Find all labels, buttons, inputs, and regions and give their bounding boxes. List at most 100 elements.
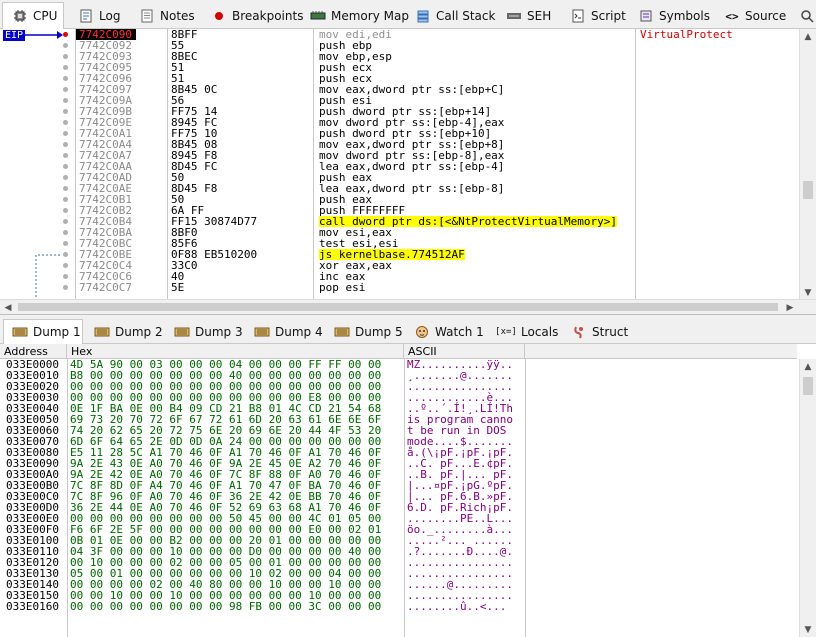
- tab-locals[interactable]: [x=] Locals: [495, 321, 559, 343]
- struct-icon: [571, 325, 587, 339]
- scroll-down-icon[interactable]: ▼: [800, 622, 816, 637]
- disasm-vertical-scrollbar[interactable]: ▲ ▼: [799, 29, 816, 300]
- scroll-thumb[interactable]: [18, 303, 778, 311]
- tab-search[interactable]: [800, 4, 816, 28]
- breakpoint-toggle[interactable]: [63, 131, 68, 136]
- branch-gutter: EIP: [0, 29, 75, 300]
- breakpoint-toggle[interactable]: [63, 142, 68, 147]
- breakpoint-toggle[interactable]: [63, 252, 68, 257]
- breakpoint-toggle[interactable]: [63, 120, 68, 125]
- tab-struct[interactable]: Struct: [571, 321, 628, 343]
- hex-dump-listing[interactable]: 033E0000 4D 5A 90 00 03 00 00 00 04 00 00…: [0, 359, 797, 637]
- tab-dump-2[interactable]: Dump 2: [94, 321, 163, 343]
- breakpoint-toggle[interactable]: [63, 219, 68, 224]
- breakpoint-toggle[interactable]: [63, 32, 68, 37]
- breakpoint-toggle[interactable]: [63, 208, 68, 213]
- breakpoint-toggle[interactable]: [63, 76, 68, 81]
- call-stack-icon: [415, 9, 431, 23]
- column-header-ascii[interactable]: ASCII: [404, 344, 525, 359]
- scroll-up-icon[interactable]: ▲: [800, 29, 816, 44]
- breakpoint-toggle[interactable]: [63, 65, 68, 70]
- watch-icon: [414, 325, 430, 339]
- symbols-icon: [638, 9, 654, 23]
- tab-label: Call Stack: [436, 9, 496, 23]
- tab-dump-3[interactable]: Dump 3: [174, 321, 243, 343]
- log-icon: [78, 9, 94, 23]
- column-header-address[interactable]: Address: [0, 344, 67, 359]
- scroll-thumb[interactable]: [803, 377, 813, 395]
- tab-label: Dump 1: [33, 325, 81, 339]
- tab-label: Watch 1: [435, 325, 484, 339]
- scroll-down-icon[interactable]: ▼: [800, 285, 816, 300]
- breakpoint-toggle[interactable]: [63, 263, 68, 268]
- tab-label: Dump 2: [115, 325, 163, 339]
- memory-map-icon: [310, 9, 326, 23]
- tab-label: Symbols: [659, 9, 710, 23]
- tab-label: Script: [591, 9, 626, 23]
- breakpoint-toggle[interactable]: [63, 153, 68, 158]
- tab-source[interactable]: <> Source: [724, 4, 786, 28]
- tab-label: Struct: [592, 325, 629, 339]
- dump-icon: [174, 325, 190, 339]
- tab-label: CPU: [33, 9, 58, 23]
- cpu-icon: [12, 9, 28, 23]
- column-header-hex[interactable]: Hex: [67, 344, 404, 359]
- scroll-thumb[interactable]: [803, 181, 813, 199]
- scroll-left-icon[interactable]: ◀: [0, 300, 16, 315]
- scroll-up-icon[interactable]: ▲: [800, 359, 816, 374]
- tab-label: Notes: [160, 9, 195, 23]
- scroll-right-icon[interactable]: ▶: [782, 300, 798, 315]
- search-icon: [800, 9, 814, 23]
- tab-label: Log: [99, 9, 121, 23]
- dump-hex-bytes: 00 00 00 00 00 00 00 00 98 FB 00 00 3C 0…: [70, 600, 382, 613]
- breakpoint-toggle[interactable]: [63, 87, 68, 92]
- dump-vertical-scrollbar[interactable]: ▲ ▼: [799, 359, 816, 637]
- breakpoint-toggle[interactable]: [63, 285, 68, 290]
- tab-dump-4[interactable]: Dump 4: [254, 321, 323, 343]
- main-tab-bar: CPU Log Notes Breakpoints Memory Map Cal…: [0, 0, 816, 29]
- script-icon: [570, 9, 586, 23]
- tab-cpu[interactable]: CPU: [2, 2, 64, 29]
- tab-label: Locals: [521, 325, 559, 339]
- tab-dump-1[interactable]: Dump 1: [3, 319, 83, 344]
- tab-label: Dump 3: [195, 325, 243, 339]
- breakpoint-toggle[interactable]: [63, 164, 68, 169]
- tab-dump-5[interactable]: Dump 5: [334, 321, 403, 343]
- breakpoint-toggle[interactable]: [63, 230, 68, 235]
- breakpoint-toggle[interactable]: [63, 186, 68, 191]
- breakpoint-toggle[interactable]: [63, 43, 68, 48]
- tab-seh[interactable]: SEH: [506, 4, 551, 28]
- hex-dump-pane: Address Hex ASCII 033E0000 4D 5A 90 00 03…: [0, 344, 816, 637]
- tab-call-stack[interactable]: Call Stack: [415, 4, 495, 28]
- breakpoint-toggle[interactable]: [63, 175, 68, 180]
- breakpoint-toggle[interactable]: [63, 241, 68, 246]
- dump-icon: [254, 325, 270, 339]
- breakpoint-toggle[interactable]: [63, 197, 68, 202]
- locals-icon: [x=]: [495, 327, 517, 337]
- source-icon: <>: [725, 9, 739, 23]
- dump-row[interactable]: 033E0160 00 00 00 00 00 00 00 00 98 FB 00…: [0, 601, 797, 612]
- tab-breakpoints[interactable]: Breakpoints: [211, 4, 303, 28]
- tab-label: Breakpoints: [232, 9, 304, 23]
- tab-notes[interactable]: Notes: [139, 4, 195, 28]
- seh-icon: [506, 9, 522, 23]
- disassembly-listing[interactable]: 7742C090 8BFF mov edi,edi VirtualProtect 774…: [75, 29, 797, 300]
- breakpoint-dot-icon: [211, 9, 227, 23]
- instruction-comment: VirtualProtect: [640, 29, 733, 41]
- cpu-disassembly-pane: EIP 7742C090 8BFF mov edi,edi VirtualProtec…: [0, 29, 816, 315]
- breakpoint-toggle[interactable]: [63, 274, 68, 279]
- tab-symbols[interactable]: Symbols: [638, 4, 710, 28]
- disasm-horizontal-scrollbar[interactable]: ◀ ▶: [0, 299, 816, 314]
- tab-memory-map[interactable]: Memory Map: [310, 4, 409, 28]
- tab-watch-1[interactable]: Watch 1: [414, 321, 484, 343]
- disasm-row[interactable]: 7742C0C7 5E pop esi: [75, 282, 797, 293]
- notes-icon: [139, 9, 155, 23]
- breakpoint-toggle[interactable]: [63, 109, 68, 114]
- dump-address: 033E0160: [6, 600, 59, 613]
- tab-script[interactable]: Script: [570, 4, 626, 28]
- breakpoint-toggle[interactable]: [63, 54, 68, 59]
- tab-log[interactable]: Log: [78, 4, 120, 28]
- breakpoint-toggle[interactable]: [63, 98, 68, 103]
- dump-icon: [94, 325, 110, 339]
- tab-label: Dump 4: [275, 325, 323, 339]
